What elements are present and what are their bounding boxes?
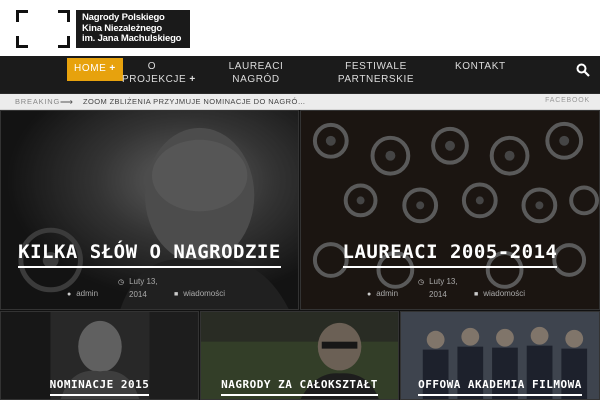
nav-item-laureaci-nagrod[interactable]: LAUREACI NAGRÓD <box>218 60 294 86</box>
post-category[interactable]: ■ wiadomości <box>474 288 525 301</box>
search-icon[interactable] <box>576 63 590 77</box>
post-card[interactable]: NOMINACJE 2015 <box>0 311 199 400</box>
nav-label: HOME <box>74 63 107 74</box>
folder-icon: ■ <box>474 291 479 298</box>
nav-label: O <box>147 61 157 72</box>
logo-wordmark: Nagrody Polskiego Kina Niezależnego im. … <box>76 10 190 48</box>
nav-item-kontakt[interactable]: KONTAKT <box>455 60 506 73</box>
breaking-label: BREAKING <box>15 97 61 106</box>
breaking-news-bar: BREAKING ⟶ ZOOM ZBLIŻENIA PRZYJMUJE NOMI… <box>0 94 600 110</box>
logo-bracket <box>58 36 70 48</box>
clock-icon: ◷ <box>118 279 125 286</box>
main-nav: HOME + O PROJEKCJE + LAUREACI NAGRÓD FESTI… <box>0 56 600 94</box>
post-title[interactable]: OFFOWA AKADEMIA FILMOWA <box>401 378 599 396</box>
featured-post-card[interactable]: LAUREACI 2005-2014 ◷ Luty 13, 2014 ● admin … <box>300 110 600 310</box>
logo-bracket <box>16 36 28 48</box>
folder-icon: ■ <box>174 291 179 298</box>
logo-line: im. Jana Machulskiego <box>82 33 182 44</box>
post-author[interactable]: ● admin <box>67 288 98 301</box>
featured-post-card[interactable]: KILKA SŁÓW O NAGRODZIE ◷ Luty 13, 2014 ● ad… <box>0 110 299 310</box>
logo-bracket <box>16 10 28 22</box>
logo-line: Nagrody Polskiego <box>82 12 165 23</box>
site-logo[interactable]: Nagrody Polskiego Kina Niezależnego im. … <box>16 10 190 48</box>
post-card[interactable]: OFFOWA AKADEMIA FILMOWA <box>400 311 600 400</box>
arrow-right-icon: ⟶ <box>60 97 73 107</box>
post-card[interactable]: NAGRODY ZA CAŁOKSZTAŁT <box>200 311 399 400</box>
plus-icon: + <box>109 63 116 74</box>
plus-icon: + <box>189 74 196 85</box>
post-title[interactable]: LAUREACI 2005-2014 <box>301 241 599 268</box>
user-icon: ● <box>67 291 72 298</box>
nav-label: NAGRÓD <box>232 74 280 85</box>
clock-icon: ◷ <box>418 279 425 286</box>
nav-label: FESTIWALE <box>345 61 407 72</box>
nav-item-home[interactable]: HOME + <box>67 58 123 81</box>
logo-bracket <box>58 10 70 22</box>
post-title[interactable]: NOMINACJE 2015 <box>1 378 198 396</box>
user-icon: ● <box>367 291 372 298</box>
nav-item-festiwale[interactable]: FESTIWALE PARTNERSKIE <box>330 60 422 86</box>
site-header: Nagrody Polskiego Kina Niezależnego im. … <box>0 0 600 56</box>
post-title[interactable]: NAGRODY ZA CAŁOKSZTAŁT <box>201 378 398 396</box>
post-category[interactable]: ■ wiadomości <box>174 288 225 301</box>
nav-item-o-projekcie[interactable]: O PROJEKCJE + <box>122 60 195 86</box>
post-date: ◷ Luty 13, 2014 <box>118 277 158 299</box>
post-date: ◷ Luty 13, 2014 <box>418 277 458 299</box>
nav-label: PROJEKCJE <box>122 74 187 85</box>
post-title[interactable]: KILKA SŁÓW O NAGRODZIE <box>1 241 298 268</box>
facebook-link[interactable]: FACEBOOK <box>545 97 590 104</box>
breaking-headline-link[interactable]: ZOOM ZBLIŻENIA PRZYJMUJE NOMINACJE DO NA… <box>83 97 306 106</box>
post-author[interactable]: ● admin <box>367 288 398 301</box>
nav-label: PARTNERSKIE <box>337 74 415 85</box>
nav-label: LAUREACI <box>228 61 284 72</box>
nav-label: KONTAKT <box>455 61 506 72</box>
